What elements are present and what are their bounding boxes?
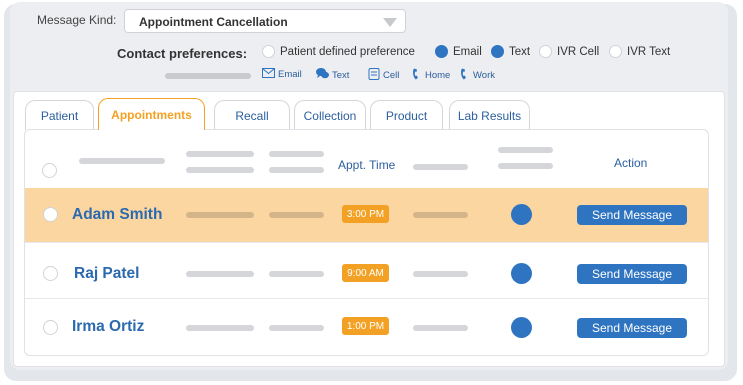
patient-name[interactable]: Adam Smith	[72, 206, 162, 224]
header-placeholder	[413, 164, 468, 170]
header-placeholder	[186, 167, 254, 173]
radio-ivr-cell[interactable]	[539, 45, 552, 58]
patient-name[interactable]: Raj Patel	[74, 265, 139, 283]
cell-placeholder	[269, 212, 324, 218]
patient-name[interactable]: Irma Ortiz	[72, 318, 144, 336]
header-appt-time: Appt. Time	[338, 158, 396, 172]
send-message-button[interactable]: Send Message	[577, 318, 687, 338]
tab-lab-results[interactable]: Lab Results	[449, 100, 530, 130]
message-kind-label: Message Kind:	[37, 13, 117, 27]
cell-placeholder	[269, 271, 324, 277]
send-message-button[interactable]: Send Message	[577, 264, 687, 284]
pref-email[interactable]: Email	[435, 45, 482, 58]
status-dot	[511, 317, 532, 338]
cell-placeholder	[413, 325, 468, 331]
cell-placeholder	[413, 212, 468, 218]
radio-text[interactable]	[491, 45, 504, 58]
pref-ivr-text[interactable]: IVR Text	[609, 45, 670, 58]
phone-icon	[412, 68, 422, 83]
legend-cell: Cell	[368, 68, 399, 83]
cell-placeholder	[186, 325, 254, 331]
cell-placeholder	[269, 325, 324, 331]
contact-preferences-title: Contact preferences:	[117, 46, 248, 61]
radio-patient-defined[interactable]	[262, 45, 275, 58]
header-placeholder	[269, 151, 324, 157]
appt-time-badge: 3:00 PM	[342, 205, 389, 223]
status-dot	[511, 263, 532, 284]
pref-text[interactable]: Text	[491, 45, 530, 58]
row-select-radio[interactable]	[43, 266, 58, 281]
cell-placeholder	[186, 271, 254, 277]
header-placeholder	[269, 167, 324, 173]
legend-home: Home	[412, 68, 450, 83]
chevron-down-icon	[383, 18, 397, 27]
radio-ivr-text[interactable]	[609, 45, 622, 58]
tab-patient[interactable]: Patient	[25, 100, 94, 130]
legend-email: Email	[262, 68, 302, 81]
radio-email[interactable]	[435, 45, 448, 58]
send-message-button[interactable]: Send Message	[577, 205, 687, 225]
appt-time-badge: 9:00 AM	[342, 264, 389, 282]
header-placeholder	[498, 147, 553, 153]
tab-recall[interactable]: Recall	[214, 100, 290, 130]
tab-appointments[interactable]: Appointments	[98, 98, 205, 130]
appt-time-badge: 1:00 PM	[342, 317, 389, 335]
row-select-radio[interactable]	[43, 207, 58, 222]
select-all-radio[interactable]	[42, 163, 57, 178]
tab-collection[interactable]: Collection	[294, 100, 366, 130]
cell-placeholder	[186, 212, 254, 218]
header-placeholder	[186, 151, 254, 157]
status-dot	[511, 204, 532, 225]
legend-placeholder-bar	[165, 73, 251, 79]
message-kind-select[interactable]: Appointment Cancellation	[124, 9, 406, 33]
header-placeholder	[498, 163, 553, 169]
legend-work: Work	[460, 68, 495, 83]
message-kind-value: Appointment Cancellation	[139, 15, 288, 29]
pref-ivr-cell[interactable]: IVR Cell	[539, 45, 599, 58]
phone-icon	[460, 68, 470, 83]
chat-icon	[316, 68, 329, 82]
envelope-icon	[262, 68, 275, 81]
legend-text: Text	[316, 68, 349, 82]
row-select-radio[interactable]	[43, 320, 58, 335]
cell-placeholder	[413, 271, 468, 277]
tab-product[interactable]: Product	[370, 100, 443, 130]
cell-phone-icon	[368, 68, 380, 83]
header-placeholder	[79, 158, 165, 164]
header-action: Action	[614, 156, 648, 170]
pref-patient-defined[interactable]: Patient defined preference	[262, 45, 415, 58]
